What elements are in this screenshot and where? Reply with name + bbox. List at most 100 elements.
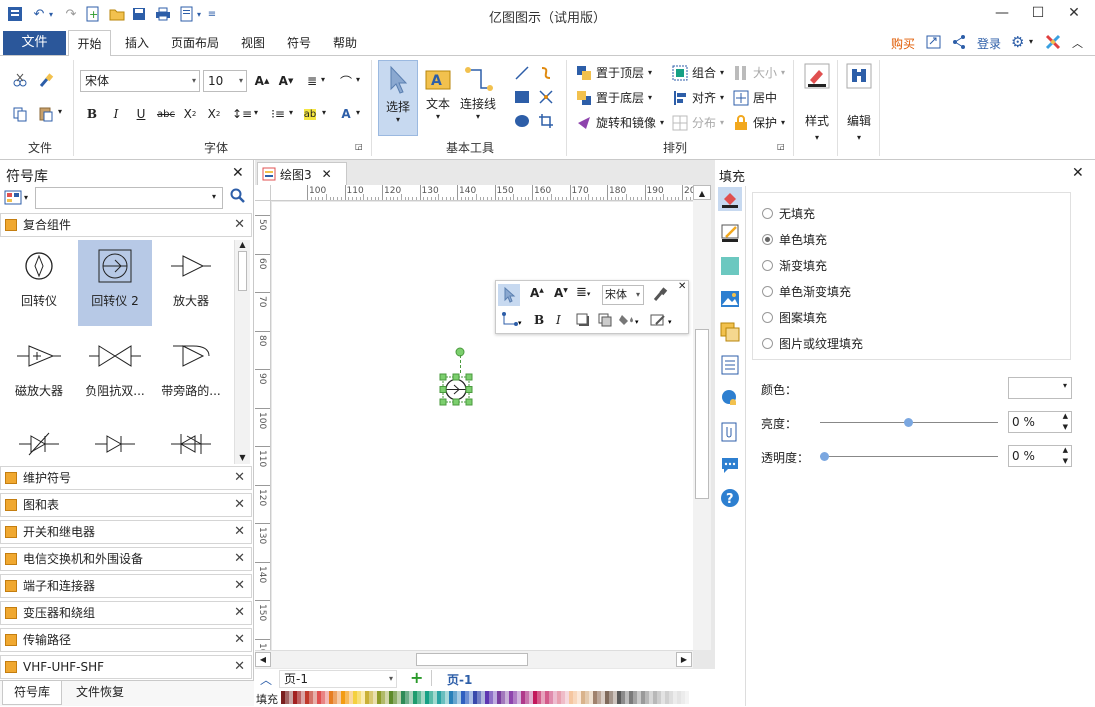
transparency-slider-thumb[interactable] <box>820 452 829 461</box>
color-swatch[interactable] <box>289 691 293 704</box>
tab-view[interactable]: 视图 <box>234 30 272 56</box>
font-size-select[interactable]: 10 ▾ <box>203 70 247 92</box>
copy-icon[interactable] <box>10 104 30 124</box>
rectangle-tool-icon[interactable] <box>512 87 532 107</box>
shadow-tab-icon[interactable] <box>718 254 742 278</box>
close-section-icon[interactable]: ✕ <box>234 214 245 236</box>
line-spacing-icon[interactable]: ↕≡ <box>232 104 252 124</box>
color-swatch[interactable] <box>685 691 689 704</box>
shrink-font-icon[interactable]: A▼ <box>554 286 568 300</box>
edit-button[interactable]: 编辑 ▾ <box>840 62 878 146</box>
help-tab-icon[interactable]: ? <box>718 486 742 510</box>
color-swatch[interactable] <box>301 691 305 704</box>
align-button[interactable]: 对齐 ▾ <box>672 89 724 106</box>
section-header-composite[interactable]: 复合组件 ✕ <box>0 213 252 237</box>
style-button[interactable]: 样式 ▾ <box>798 62 836 146</box>
floating-font-select[interactable]: 宋体 ▾ <box>602 285 644 305</box>
paste-dropdown-icon[interactable]: ▾ <box>58 107 62 116</box>
color-swatch[interactable] <box>613 691 617 704</box>
color-swatch[interactable] <box>529 691 533 704</box>
color-swatch[interactable] <box>373 691 377 704</box>
bring-to-front-button[interactable]: 置于顶层 ▾ <box>576 64 652 81</box>
color-swatch[interactable] <box>673 691 677 704</box>
library-menu-dropdown-icon[interactable]: ▾ <box>24 193 28 202</box>
library-section-header[interactable]: 开关和继电器 ✕ <box>0 520 252 544</box>
text-direction-dropdown-icon[interactable]: ▾ <box>356 75 360 84</box>
rotate-mirror-button[interactable]: 旋转和镜像 ▾ <box>576 114 664 131</box>
color-swatch[interactable] <box>445 691 449 704</box>
symbol-grid-scrollbar[interactable]: ▲ ▼ <box>234 240 250 464</box>
color-swatch[interactable] <box>505 691 509 704</box>
spinner-arrows-icon[interactable]: ▲ ▼ <box>1063 445 1068 467</box>
search-icon[interactable] <box>230 188 246 208</box>
close-section-icon[interactable]: ✕ <box>234 494 245 516</box>
hyperlink-tab-icon[interactable] <box>718 386 742 410</box>
color-swatch[interactable] <box>577 691 581 704</box>
color-swatch[interactable] <box>313 691 317 704</box>
highlight-icon[interactable]: ab <box>300 104 320 124</box>
symbol-gyroscope[interactable]: 回转仪 <box>2 240 76 326</box>
canvas-vertical-scrollbar[interactable]: ▲ <box>693 185 711 650</box>
strikethrough-icon[interactable]: abc <box>156 104 176 124</box>
document-tab[interactable]: 绘图3 ✕ <box>257 162 347 185</box>
page-selector[interactable]: 页-1 ▾ <box>279 670 397 688</box>
symbol-gyroscope-2[interactable]: 回转仪 2 <box>78 240 152 326</box>
search-dropdown-icon[interactable]: ▾ <box>212 192 216 201</box>
tab-start[interactable]: 开始 <box>68 30 111 57</box>
library-section-header[interactable]: VHF-UHF-SHF ✕ <box>0 655 252 679</box>
color-swatch[interactable] <box>517 691 521 704</box>
bold-icon[interactable]: B <box>82 104 102 124</box>
text-align-dropdown-icon[interactable]: ▾ <box>321 75 325 84</box>
fill-option[interactable]: 无填充 <box>762 205 815 222</box>
duplicate-icon[interactable] <box>598 313 612 330</box>
connector-tool-button[interactable]: 连接线 ▾ <box>458 60 498 136</box>
brightness-slider-thumb[interactable] <box>904 418 913 427</box>
shadow-icon[interactable] <box>576 313 590 330</box>
line-color-icon[interactable]: ▾ <box>650 312 676 331</box>
symbol-bypass-amplifier[interactable]: 带旁路的... <box>154 330 228 416</box>
fill-option[interactable]: 单色填充 <box>762 231 827 248</box>
paste-icon[interactable] <box>36 104 56 124</box>
color-swatch[interactable] <box>385 691 389 704</box>
ellipse-tool-icon[interactable] <box>512 111 532 131</box>
color-swatch[interactable] <box>409 691 413 704</box>
grow-font-icon[interactable]: A▲ <box>252 71 272 91</box>
tab-insert[interactable]: 插入 <box>118 30 156 56</box>
subscript-icon[interactable]: X2 <box>180 104 200 124</box>
fill-option[interactable]: 单色渐变填充 <box>762 283 851 300</box>
tab-page-layout[interactable]: 页面布局 <box>165 30 225 56</box>
italic-icon[interactable]: I <box>556 313 561 327</box>
fill-option[interactable]: 图案填充 <box>762 309 827 326</box>
radio-button[interactable] <box>762 260 773 271</box>
line-tool-icon[interactable] <box>512 63 532 83</box>
color-swatch[interactable] <box>625 691 629 704</box>
color-swatch[interactable] <box>589 691 593 704</box>
settings-gear-icon[interactable]: ⚙ <box>1011 33 1024 51</box>
plugin-x-icon[interactable] <box>1045 34 1061 53</box>
close-section-icon[interactable]: ✕ <box>234 575 245 597</box>
scroll-up-icon[interactable]: ▲ <box>235 240 250 249</box>
send-to-back-button[interactable]: 置于底层 ▾ <box>576 89 652 106</box>
italic-icon[interactable]: I <box>106 104 126 124</box>
font-family-select[interactable]: 宋体 ▾ <box>80 70 200 92</box>
data-tab-icon[interactable] <box>718 353 742 377</box>
shrink-font-icon[interactable]: A▼ <box>276 71 296 91</box>
collapse-ribbon-icon[interactable]: ︿ <box>1072 35 1083 51</box>
text-align-icon[interactable]: ≣▾ <box>576 285 590 300</box>
color-swatch[interactable] <box>661 691 665 704</box>
tab-symbol[interactable]: 符号 <box>280 30 318 56</box>
close-button[interactable]: ✕ <box>1057 0 1091 26</box>
arrange-dialog-launcher-icon[interactable]: ◲ <box>777 142 785 151</box>
brightness-spinner[interactable]: 0 % ▲ ▼ <box>1008 411 1072 433</box>
transparency-spinner[interactable]: 0 % ▲ ▼ <box>1008 445 1072 467</box>
color-swatch[interactable] <box>481 691 485 704</box>
fill-tab-icon[interactable] <box>718 187 742 211</box>
font-color-dropdown-icon[interactable]: ▾ <box>356 108 360 117</box>
symbol-magnetic-amplifier[interactable]: 磁放大器 <box>2 330 76 416</box>
library-section-header[interactable]: 传输路径 ✕ <box>0 628 252 652</box>
scroll-right-icon[interactable]: ▶ <box>676 652 692 667</box>
superscript-icon[interactable]: X2 <box>204 104 224 124</box>
brush-icon[interactable] <box>36 70 56 90</box>
symbol-diode[interactable] <box>78 418 152 465</box>
close-section-icon[interactable]: ✕ <box>234 521 245 543</box>
